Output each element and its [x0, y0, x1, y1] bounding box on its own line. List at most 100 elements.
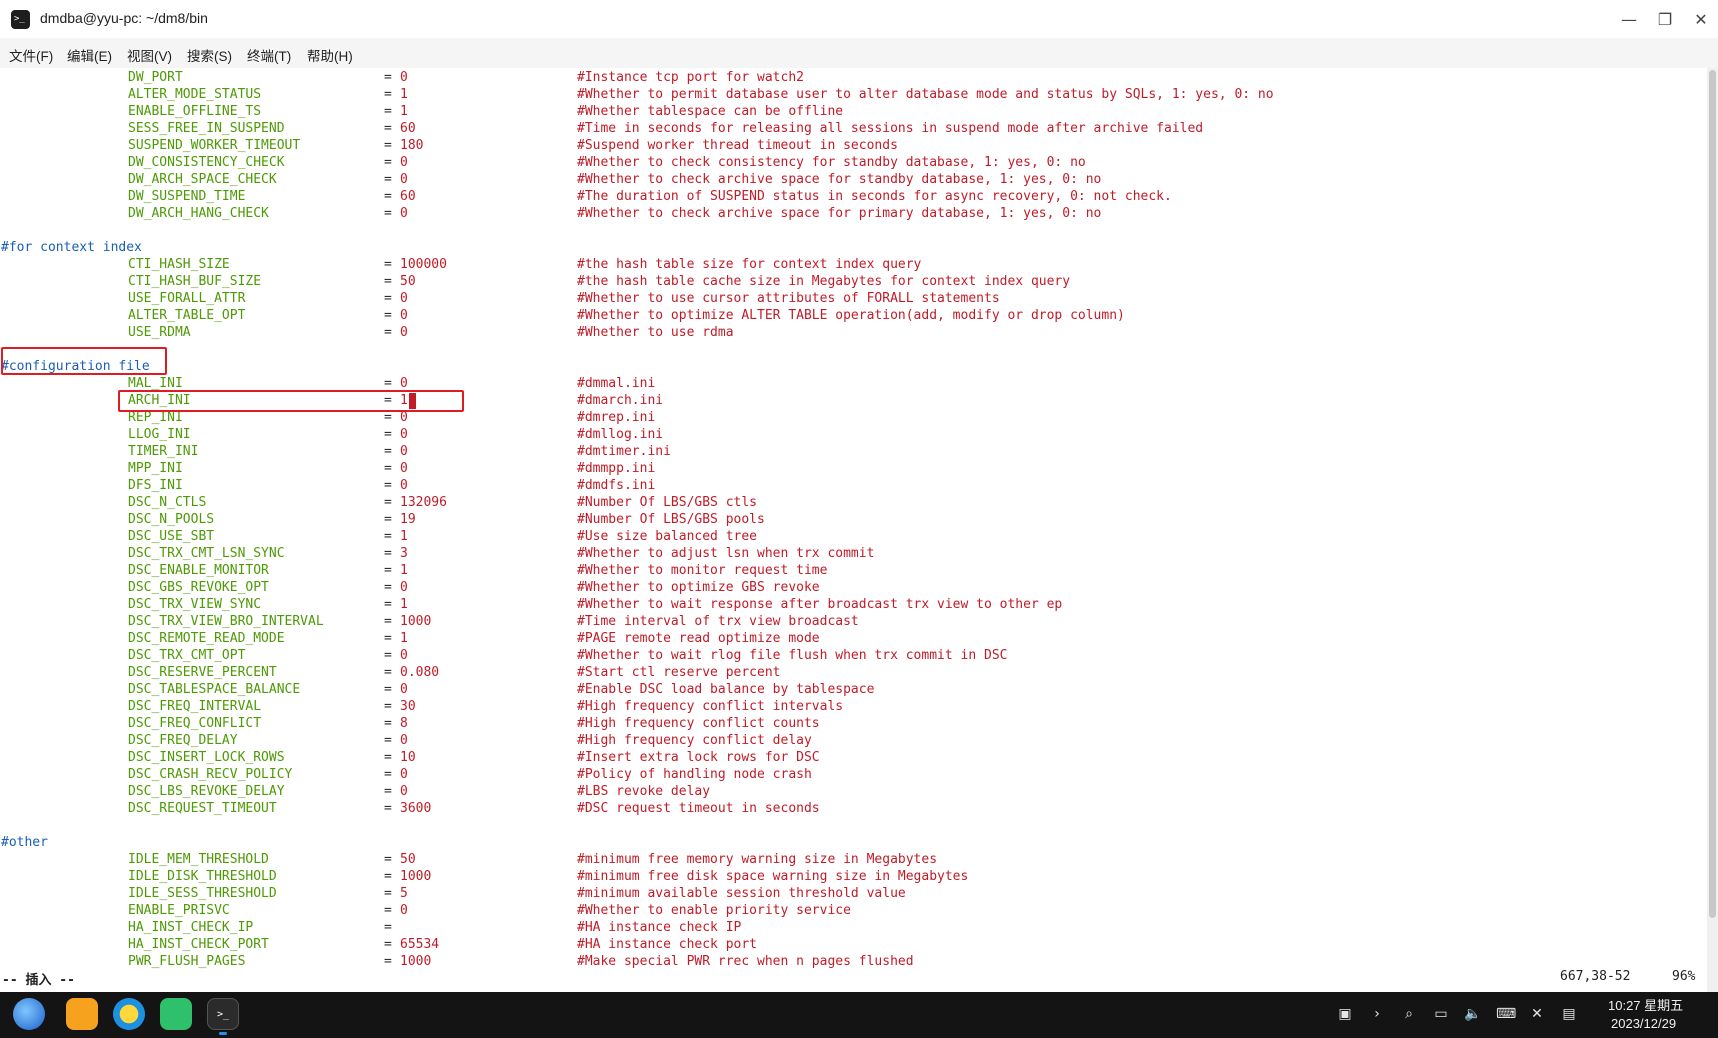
config-line: DSC_TRX_VIEW_BRO_INTERVAL = 1000 #Time inte…	[0, 613, 1700, 630]
param-comment: #Policy of handling node crash	[577, 767, 812, 782]
equals-sign: =	[384, 852, 392, 867]
chat-app-icon[interactable]	[160, 998, 192, 1030]
launcher-icon[interactable]	[13, 998, 45, 1030]
screen-icon[interactable]: ▭	[1432, 1005, 1450, 1023]
param-value: 132096	[400, 495, 447, 510]
param-value: 5	[400, 886, 408, 901]
param-name: DSC_LBS_REVOKE_DELAY	[128, 784, 285, 799]
config-line: DW_SUSPEND_TIME = 60 #The duration of SUSPE…	[0, 188, 1700, 205]
param-name: DW_PORT	[128, 70, 183, 85]
menu-help[interactable]: 帮助(H)	[307, 45, 353, 65]
param-value: 0	[400, 444, 408, 459]
param-value: 0	[400, 325, 408, 340]
chevron-right-icon[interactable]: ›	[1368, 1005, 1386, 1023]
param-comment: #minimum free memory warning size in Meg…	[577, 852, 938, 867]
param-name: CTI_HASH_BUF_SIZE	[128, 274, 262, 289]
param-value: 0	[400, 784, 408, 799]
param-comment: #the hash table size for context index q…	[577, 257, 922, 272]
param-name: DW_SUSPEND_TIME	[128, 189, 246, 204]
equals-sign: =	[384, 631, 392, 646]
config-line: ALTER_TABLE_OPT = 0 #Whether to optimize AL…	[0, 307, 1700, 324]
equals-sign: =	[384, 937, 392, 952]
param-comment: #PAGE remote read optimize mode	[577, 631, 820, 646]
param-name: DW_ARCH_HANG_CHECK	[128, 206, 269, 221]
config-line: USE_FORALL_ATTR = 0 #Whether to use cursor …	[0, 290, 1700, 307]
param-value: 0	[400, 172, 408, 187]
config-line: DSC_INSERT_LOCK_ROWS = 10 #Insert extra loc…	[0, 749, 1700, 766]
notification-icon[interactable]: ▤	[1560, 1005, 1578, 1023]
param-value: 0	[400, 580, 408, 595]
minimize-button[interactable]: —	[1614, 6, 1644, 32]
config-line: DFS_INI = 0 #dmdfs.ini	[0, 477, 1700, 494]
config-line: TIMER_INI = 0 #dmtimer.ini	[0, 443, 1700, 460]
title-bar: >_ dmdba@yyu-pc: ~/dm8/bin — ❐ ✕	[0, 0, 1718, 38]
param-value: 65534	[400, 937, 440, 952]
param-comment: #Use size balanced tree	[577, 529, 758, 544]
clock-date[interactable]: 2023/12/29	[1611, 1016, 1676, 1031]
browser-icon[interactable]	[113, 998, 145, 1030]
section-header-line: #other	[0, 834, 1700, 851]
param-value: 0	[400, 733, 408, 748]
param-name: DSC_RESERVE_PERCENT	[128, 665, 277, 680]
param-name: DSC_GBS_REVOKE_OPT	[128, 580, 269, 595]
param-value: 0	[400, 291, 408, 306]
config-line: SESS_FREE_IN_SUSPEND = 60 #Time in seconds …	[0, 120, 1700, 137]
config-line: DSC_FREQ_DELAY = 0 #High frequency conflict…	[0, 732, 1700, 749]
cursor-position: 667,38-52	[1560, 969, 1631, 984]
param-comment: #Whether to permit database user to alte…	[577, 87, 1274, 102]
file-manager-icon[interactable]	[66, 998, 98, 1030]
terminal-taskbar-icon[interactable]: >_	[207, 998, 239, 1030]
config-line: IDLE_DISK_THRESHOLD = 1000 #minimum free di…	[0, 868, 1700, 885]
param-name: LLOG_INI	[128, 427, 191, 442]
config-line: DW_PORT = 0 #Instance tcp port for watch2	[0, 69, 1700, 86]
param-name: DSC_FREQ_DELAY	[128, 733, 238, 748]
keyboard-icon[interactable]: ⌨	[1496, 1005, 1516, 1023]
equals-sign: =	[384, 750, 392, 765]
param-value: 1000	[400, 954, 432, 969]
param-comment: #Whether to check archive space for stan…	[577, 172, 1102, 187]
param-name: TIMER_INI	[128, 444, 199, 459]
equals-sign: =	[384, 954, 392, 969]
param-comment: #Whether tablespace can be offline	[577, 104, 844, 119]
clipboard-icon[interactable]: ▣	[1336, 1005, 1354, 1023]
equals-sign: =	[384, 495, 392, 510]
equals-sign: =	[384, 920, 392, 935]
param-name: USE_RDMA	[128, 325, 191, 340]
param-name: DW_ARCH_SPACE_CHECK	[128, 172, 277, 187]
equals-sign: =	[384, 206, 392, 221]
menu-file[interactable]: 文件(F)	[9, 45, 53, 65]
menu-terminal[interactable]: 终端(T)	[247, 45, 291, 65]
scrollbar-thumb[interactable]	[1709, 70, 1716, 918]
param-comment: #Whether to enable priority service	[577, 903, 851, 918]
bluetooth-icon[interactable]: ✕	[1528, 1005, 1546, 1023]
menu-search[interactable]: 搜索(S)	[187, 45, 232, 65]
menu-edit[interactable]: 编辑(E)	[67, 45, 112, 65]
close-button[interactable]: ✕	[1686, 6, 1716, 32]
equals-sign: =	[384, 648, 392, 663]
config-line: DSC_CRASH_RECV_POLICY = 0 #Policy of handli…	[0, 766, 1700, 783]
config-line: MPP_INI = 0 #dmmpp.ini	[0, 460, 1700, 477]
param-name: DSC_REQUEST_TIMEOUT	[128, 801, 277, 816]
taskbar: >_	[0, 992, 1718, 1038]
param-name: USE_FORALL_ATTR	[128, 291, 246, 306]
clock-time[interactable]: 10:27 星期五	[1608, 995, 1683, 1014]
param-comment: #dmmal.ini	[577, 376, 656, 391]
param-value: 1	[400, 563, 408, 578]
param-name: DSC_TABLESPACE_BALANCE	[128, 682, 301, 697]
active-app-indicator	[219, 1032, 227, 1035]
config-line: DSC_RESERVE_PERCENT = 0.080 #Start ctl rese…	[0, 664, 1700, 681]
param-value: 0	[400, 461, 408, 476]
volume-icon[interactable]: 🔈	[1464, 1005, 1482, 1023]
param-value: 30	[400, 699, 416, 714]
param-comment: #dmrep.ini	[577, 410, 656, 425]
search-icon[interactable]: ⌕	[1400, 1005, 1418, 1023]
param-name: SESS_FREE_IN_SUSPEND	[128, 121, 285, 136]
equals-sign: =	[384, 70, 392, 85]
param-name: DSC_N_POOLS	[128, 512, 215, 527]
equals-sign: =	[384, 155, 392, 170]
equals-sign: =	[384, 546, 392, 561]
menu-view[interactable]: 视图(V)	[127, 45, 172, 65]
terminal-text-area[interactable]: DW_PORT = 0 #Instance tcp port for watch2 AL…	[0, 68, 1705, 992]
maximize-button[interactable]: ❐	[1650, 6, 1680, 32]
param-value: 60	[400, 121, 416, 136]
